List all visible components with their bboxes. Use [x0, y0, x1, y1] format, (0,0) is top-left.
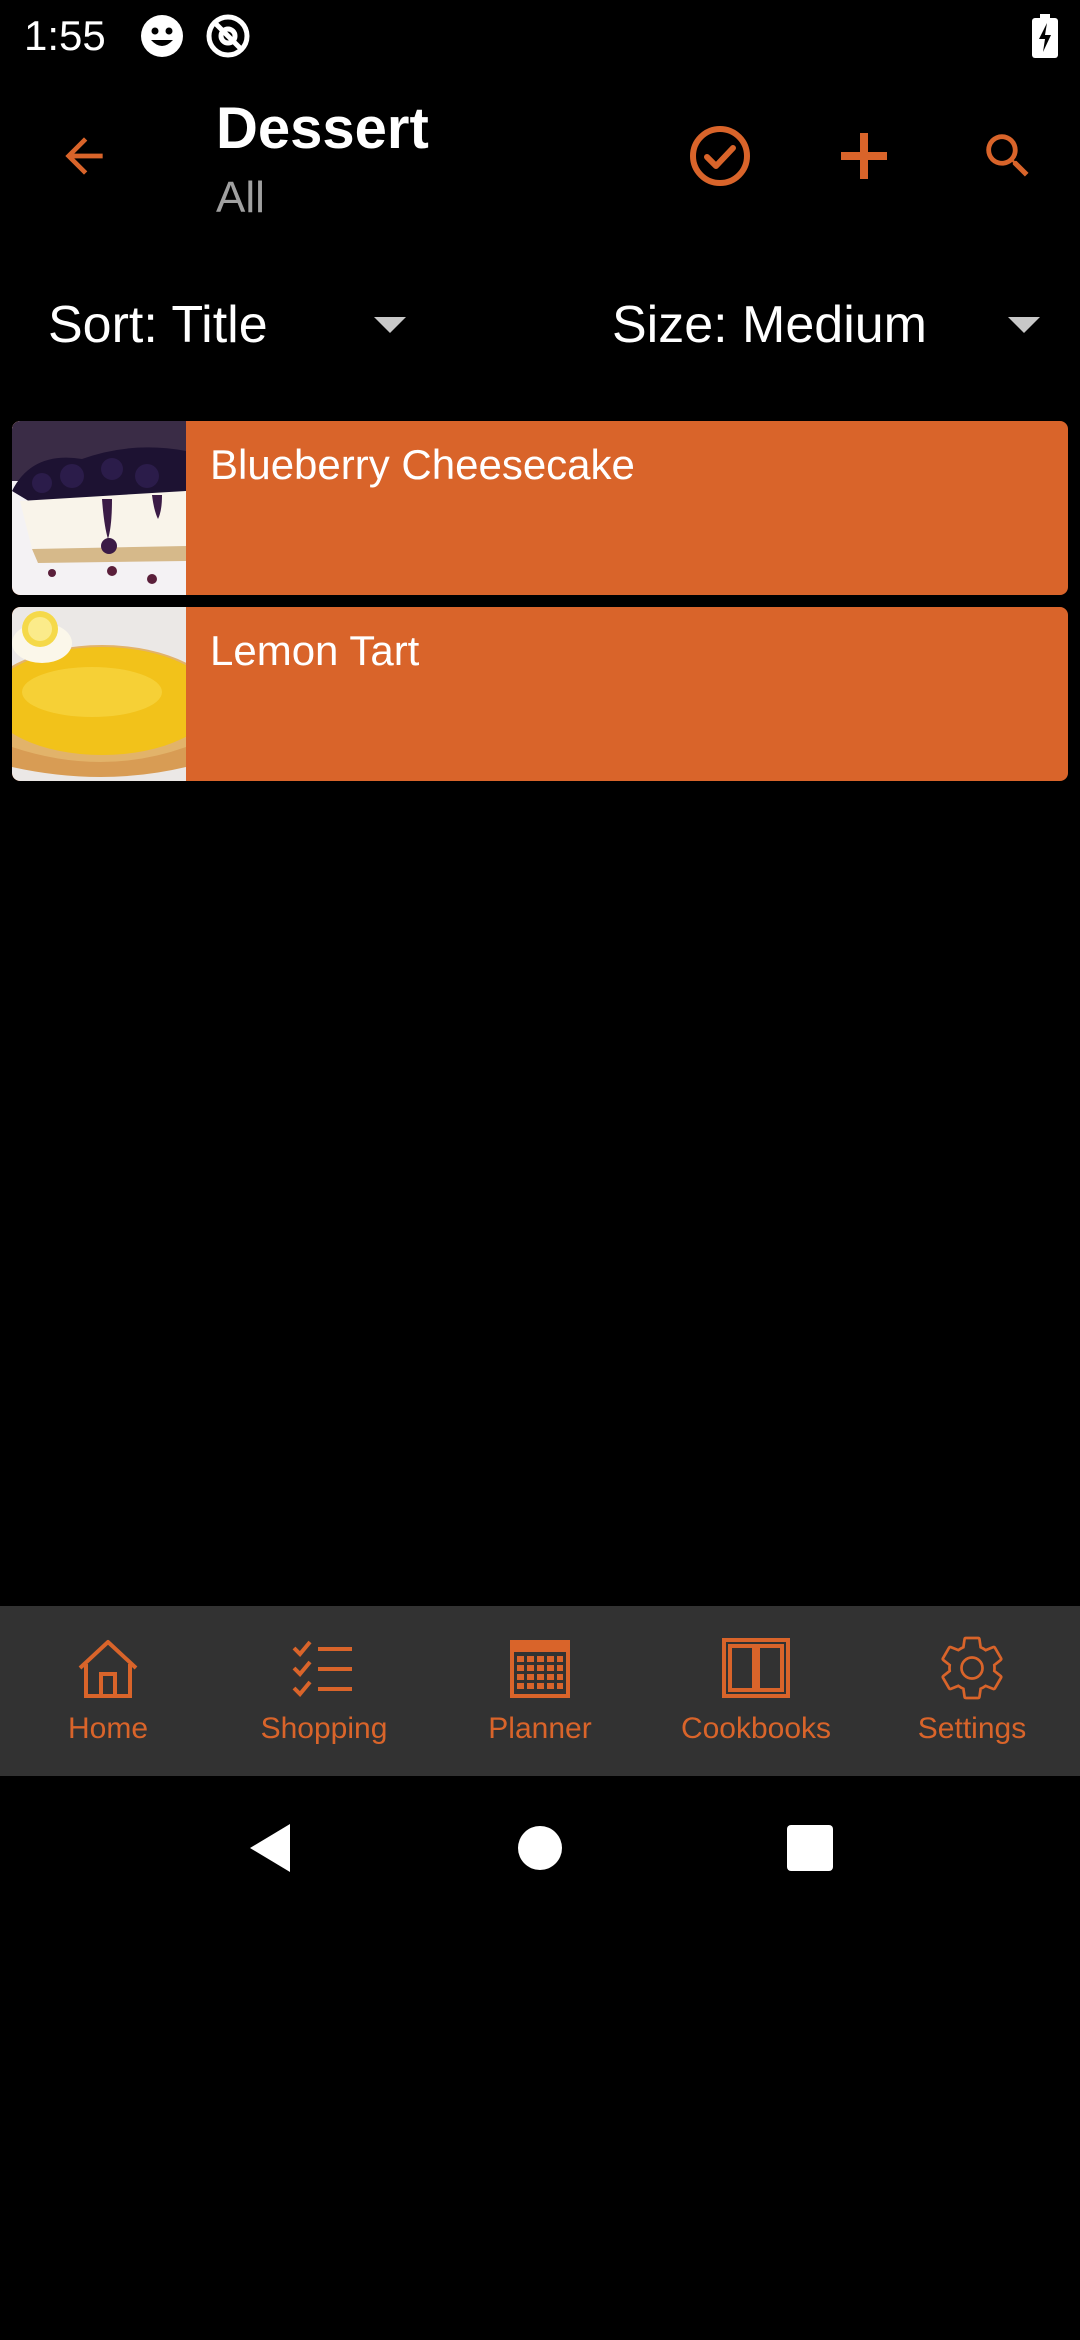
nav-item-settings[interactable]: Settings: [864, 1606, 1080, 1776]
nav-label: Shopping: [260, 1712, 388, 1745]
recipe-item[interactable]: Blueberry Cheesecake: [12, 421, 1068, 595]
page-subtitle: All: [216, 173, 265, 222]
search-icon: [986, 134, 1029, 177]
nav-label: Home: [67, 1712, 149, 1745]
filter-row: Sort: Title Size: Medium: [0, 270, 1080, 380]
recipe-thumbnail: [12, 421, 186, 595]
status-bar: 1:55: [0, 0, 1080, 72]
dropdown-arrow-icon: [374, 317, 406, 333]
system-home-button[interactable]: [468, 1776, 612, 1920]
search-button[interactable]: [960, 108, 1056, 204]
home-circle-icon: [518, 1826, 562, 1870]
battery-charging-icon: [1032, 14, 1058, 58]
smiley-icon: [141, 15, 183, 57]
gear-icon: [941, 1636, 1003, 1700]
recents-square-icon: [787, 1825, 833, 1871]
book-icon: [722, 1638, 790, 1698]
recipe-title: Lemon Tart: [210, 627, 420, 674]
nav-item-home[interactable]: Home: [0, 1606, 216, 1776]
cheesecake-photo: [12, 421, 186, 595]
bottom-navigation: Home Shopping Planner Cookbooks Settings: [0, 1606, 1080, 1776]
lemon-tart-photo: [12, 607, 186, 781]
nav-item-cookbooks[interactable]: Cookbooks: [648, 1606, 864, 1776]
sort-label: Sort: Title: [48, 296, 268, 354]
add-recipe-button[interactable]: [816, 108, 912, 204]
home-icon: [78, 1640, 138, 1698]
recipe-title: Blueberry Cheesecake: [210, 441, 635, 488]
calendar-icon: [510, 1640, 570, 1698]
at-sign-icon: [206, 14, 250, 58]
back-arrow-icon: [65, 137, 103, 175]
recipe-list: Blueberry Cheesecake Lemon Tart: [12, 421, 1068, 793]
recipe-item[interactable]: Lemon Tart: [12, 607, 1068, 781]
dropdown-arrow-icon: [1008, 317, 1040, 333]
plus-icon: [841, 133, 887, 179]
recipe-thumbnail: [12, 607, 186, 781]
system-navigation: [0, 1776, 1080, 1920]
system-recents-button[interactable]: [738, 1776, 882, 1920]
select-button[interactable]: [672, 108, 768, 204]
nav-item-shopping[interactable]: Shopping: [216, 1606, 432, 1776]
toolbar: Dessert All: [0, 72, 1080, 240]
nav-label: Planner: [488, 1712, 592, 1745]
back-triangle-icon: [250, 1824, 290, 1872]
size-dropdown[interactable]: Size: Medium: [612, 270, 1040, 380]
nav-item-planner[interactable]: Planner: [432, 1606, 648, 1776]
page-title: Dessert: [216, 96, 429, 161]
checklist-icon: [292, 1640, 352, 1697]
size-label: Size: Medium: [612, 296, 927, 354]
nav-label: Cookbooks: [680, 1712, 832, 1745]
back-button[interactable]: [36, 108, 132, 204]
system-back-button[interactable]: [198, 1776, 342, 1920]
check-circle-icon: [690, 126, 750, 186]
nav-label: Settings: [917, 1712, 1027, 1745]
status-time: 1:55: [24, 12, 106, 59]
sort-dropdown[interactable]: Sort: Title: [48, 270, 406, 380]
